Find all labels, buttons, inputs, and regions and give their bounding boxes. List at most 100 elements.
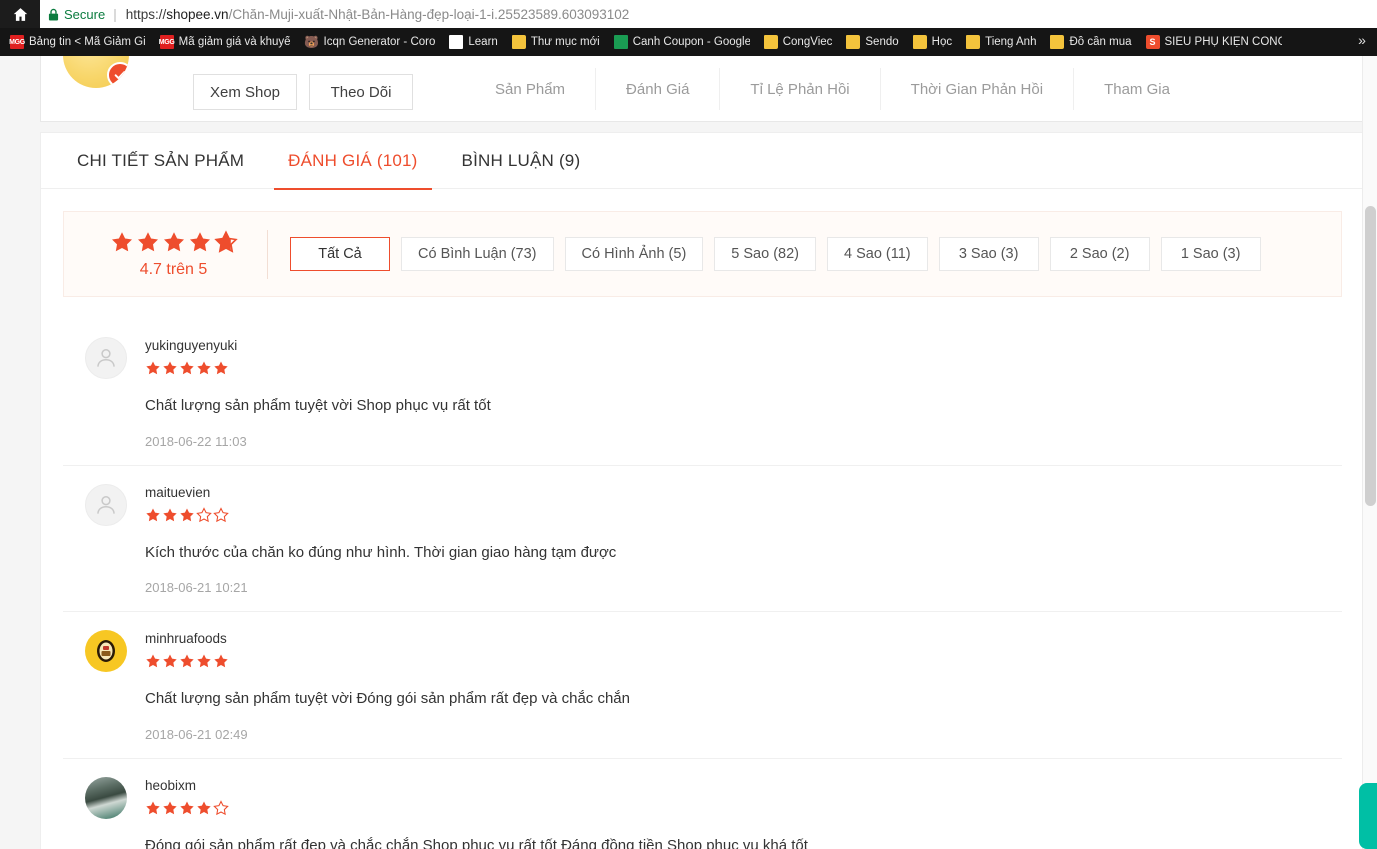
review-body: maituevien Kích thước của chăn ko đúng n… xyxy=(145,484,1342,596)
rating-filter-buttons: Tất Cả Có Bình Luận (73) Có Hình Ảnh (5) 5 … xyxy=(290,237,1261,271)
rating-score-label: 4.7 trên 5 xyxy=(139,260,208,278)
review-item: minhruafoods Chất lượng sản phẩm tuyệt v… xyxy=(63,612,1342,759)
shop-logo-icon xyxy=(97,640,115,662)
bear-icon: 🐻 xyxy=(304,35,320,49)
review-stars xyxy=(145,506,1342,523)
review-body: heobixm Đóng gói sản phẩm rất đẹp và chắ… xyxy=(145,777,1342,849)
rating-filter-panel: 4.7 trên 5 Tất Cả Có Bình Luận (73) Có Hìn… xyxy=(63,211,1342,297)
review-item: heobixm Đóng gói sản phẩm rất đẹp và chắ… xyxy=(63,759,1342,849)
url-host: shopee.vn xyxy=(166,6,229,22)
folder-icon xyxy=(1050,35,1065,49)
review-timestamp: 2018-06-21 10:21 xyxy=(145,580,248,595)
bookmark-item[interactable]: MGG Bảng tin < Mã Giảm Gi xyxy=(4,31,152,53)
bookmark-item[interactable]: CongViec xyxy=(758,31,839,53)
filter-with-image[interactable]: Có Hình Ảnh (5) xyxy=(564,237,704,271)
filter-with-comment[interactable]: Có Bình Luận (73) xyxy=(401,237,554,271)
bookmark-item[interactable]: Canh Coupon - Google xyxy=(608,31,756,53)
review-text: Chất lượng sản phẩm tuyệt vời Đóng gói s… xyxy=(145,690,630,707)
lock-icon xyxy=(48,8,59,21)
url-separator: | xyxy=(113,6,117,22)
mgg-icon: MGG xyxy=(9,35,25,49)
bookmark-label: Học xyxy=(931,36,953,48)
tab-product-detail[interactable]: CHI TIẾT SẢN PHẨM xyxy=(63,133,258,189)
tab-ratings[interactable]: ĐÁNH GIÁ (101) xyxy=(274,133,432,190)
avatar xyxy=(85,630,127,672)
shop-stat-0: Sản Phẩm xyxy=(495,80,566,98)
review-item: yukinguyenyuki Chất lượng sản phẩm tuyệt… xyxy=(63,319,1342,466)
rating-summary: 4.7 trên 5 xyxy=(90,229,268,279)
rating-stars xyxy=(110,229,238,254)
document-icon xyxy=(449,35,464,49)
filter-4-star[interactable]: 4 Sao (11) xyxy=(827,237,928,271)
tab-comments[interactable]: BÌNH LUẬN (9) xyxy=(448,133,595,189)
bookmarks-bar: MGG Bảng tin < Mã Giảm Gi MGG Mã giảm giá v… xyxy=(0,28,1377,56)
mgg-icon: MGG xyxy=(159,35,175,49)
filter-all[interactable]: Tất Cả xyxy=(290,237,390,271)
review-stars xyxy=(145,653,1342,669)
bookmark-label: Sendo xyxy=(865,36,899,48)
filter-2-star[interactable]: 2 Sao (2) xyxy=(1049,237,1150,271)
url-path: /Chăn-Muji-xuất-Nhật-Bản-Hàng-đẹp-loại-1… xyxy=(228,6,630,22)
bookmark-label: Canh Coupon - Google xyxy=(632,36,750,48)
folder-icon xyxy=(912,35,927,49)
product-detail-card: CHI TIẾT SẢN PHẨM ĐÁNH GIÁ (101) BÌNH LUẬN… xyxy=(40,132,1365,849)
bookmark-label: Learn xyxy=(468,36,498,48)
chat-widget[interactable] xyxy=(1359,783,1377,849)
bookmark-item[interactable]: 🐻 Icqn Generator - Coro xyxy=(299,31,442,53)
review-text: Chất lượng sản phẩm tuyệt vời Shop phục … xyxy=(145,397,491,414)
bookmark-item[interactable]: MGG Mã giảm giá và khuyế xyxy=(154,31,297,53)
bookmark-item[interactable]: Thư mục mới xyxy=(506,31,606,53)
folder-icon xyxy=(966,35,981,49)
folder-icon xyxy=(511,35,526,49)
page-viewport: SHOPEE.VN Xem Shop Theo Dõi Sản Phẩm Đánh… xyxy=(0,56,1377,849)
bookmark-item[interactable]: S SIÊU PHỤ KIỆN CÔNG xyxy=(1140,31,1288,53)
shop-avatar-wrap: SHOPEE.VN xyxy=(63,56,129,88)
review-username[interactable]: yukinguyenyuki xyxy=(145,338,1342,353)
spreadsheet-icon xyxy=(613,35,628,49)
filter-5-star[interactable]: 5 Sao (82) xyxy=(714,237,816,271)
avatar xyxy=(85,337,127,379)
shop-action-buttons: Xem Shop Theo Dõi xyxy=(193,74,413,110)
review-text: Đóng gói sản phẩm rất đẹp và chắc chắn S… xyxy=(145,836,808,849)
bookmark-item[interactable]: Học xyxy=(907,31,958,53)
shopee-icon: S xyxy=(1145,35,1160,49)
shop-stat-4: Tham Gia xyxy=(1073,68,1200,110)
bookmark-item[interactable]: Đồ cần mua xyxy=(1044,31,1137,53)
browser-toolbar: Secure | https:// shopee.vn /Chăn-Muji-x… xyxy=(0,0,1377,28)
bookmark-label: Icqn Generator - Coro xyxy=(323,36,436,48)
review-body: yukinguyenyuki Chất lượng sản phẩm tuyệt… xyxy=(145,337,1342,449)
shop-stat-1: Đánh Giá xyxy=(595,68,719,110)
shop-stat-3: Thời Gian Phản Hồi xyxy=(879,68,1073,110)
page-scrollbar[interactable] xyxy=(1362,56,1377,849)
bookmark-label: Đồ cần mua xyxy=(1069,36,1132,48)
folder-icon xyxy=(846,35,861,49)
view-shop-button[interactable]: Xem Shop xyxy=(193,74,297,110)
filter-1-star[interactable]: 1 Sao (3) xyxy=(1160,237,1261,271)
home-icon xyxy=(12,6,29,23)
bookmark-item[interactable]: Tieng Anh xyxy=(960,31,1042,53)
scrollbar-thumb[interactable] xyxy=(1365,206,1376,506)
shop-header-card: SHOPEE.VN Xem Shop Theo Dõi Sản Phẩm Đánh… xyxy=(40,56,1365,122)
bookmark-item[interactable]: Learn xyxy=(443,31,503,53)
review-username[interactable]: minhruafoods xyxy=(145,631,1342,646)
review-username[interactable]: maituevien xyxy=(145,485,1342,500)
bookmark-label: Thư mục mới xyxy=(530,36,600,48)
bookmark-label: SIÊU PHỤ KIỆN CÔNG xyxy=(1164,36,1282,48)
review-username[interactable]: heobixm xyxy=(145,778,1342,793)
bookmark-label: Bảng tin < Mã Giảm Gi xyxy=(29,36,146,48)
bookmarks-overflow-button[interactable]: » xyxy=(1353,32,1371,48)
filter-3-star[interactable]: 3 Sao (3) xyxy=(938,237,1039,271)
user-placeholder-icon xyxy=(97,495,115,514)
home-button[interactable] xyxy=(0,0,40,28)
shop-stat-2: Tỉ Lệ Phản Hồi xyxy=(719,68,879,110)
bookmark-item[interactable]: Sendo xyxy=(840,31,904,53)
browser-chrome: Secure | https:// shopee.vn /Chăn-Muji-x… xyxy=(0,0,1377,56)
follow-shop-button[interactable]: Theo Dõi xyxy=(309,74,413,110)
shop-stats: Sản Phẩm Đánh Giá Tỉ Lệ Phản Hồi Thời Gian … xyxy=(461,68,1200,110)
shop-avatar[interactable]: SHOPEE.VN xyxy=(63,56,129,88)
check-badge-icon xyxy=(107,62,129,88)
bookmark-label: CongViec xyxy=(782,36,833,48)
address-bar[interactable]: Secure | https:// shopee.vn /Chăn-Muji-x… xyxy=(40,0,1377,28)
reviews-list: yukinguyenyuki Chất lượng sản phẩm tuyệt… xyxy=(41,319,1364,849)
review-body: minhruafoods Chất lượng sản phẩm tuyệt v… xyxy=(145,630,1342,742)
